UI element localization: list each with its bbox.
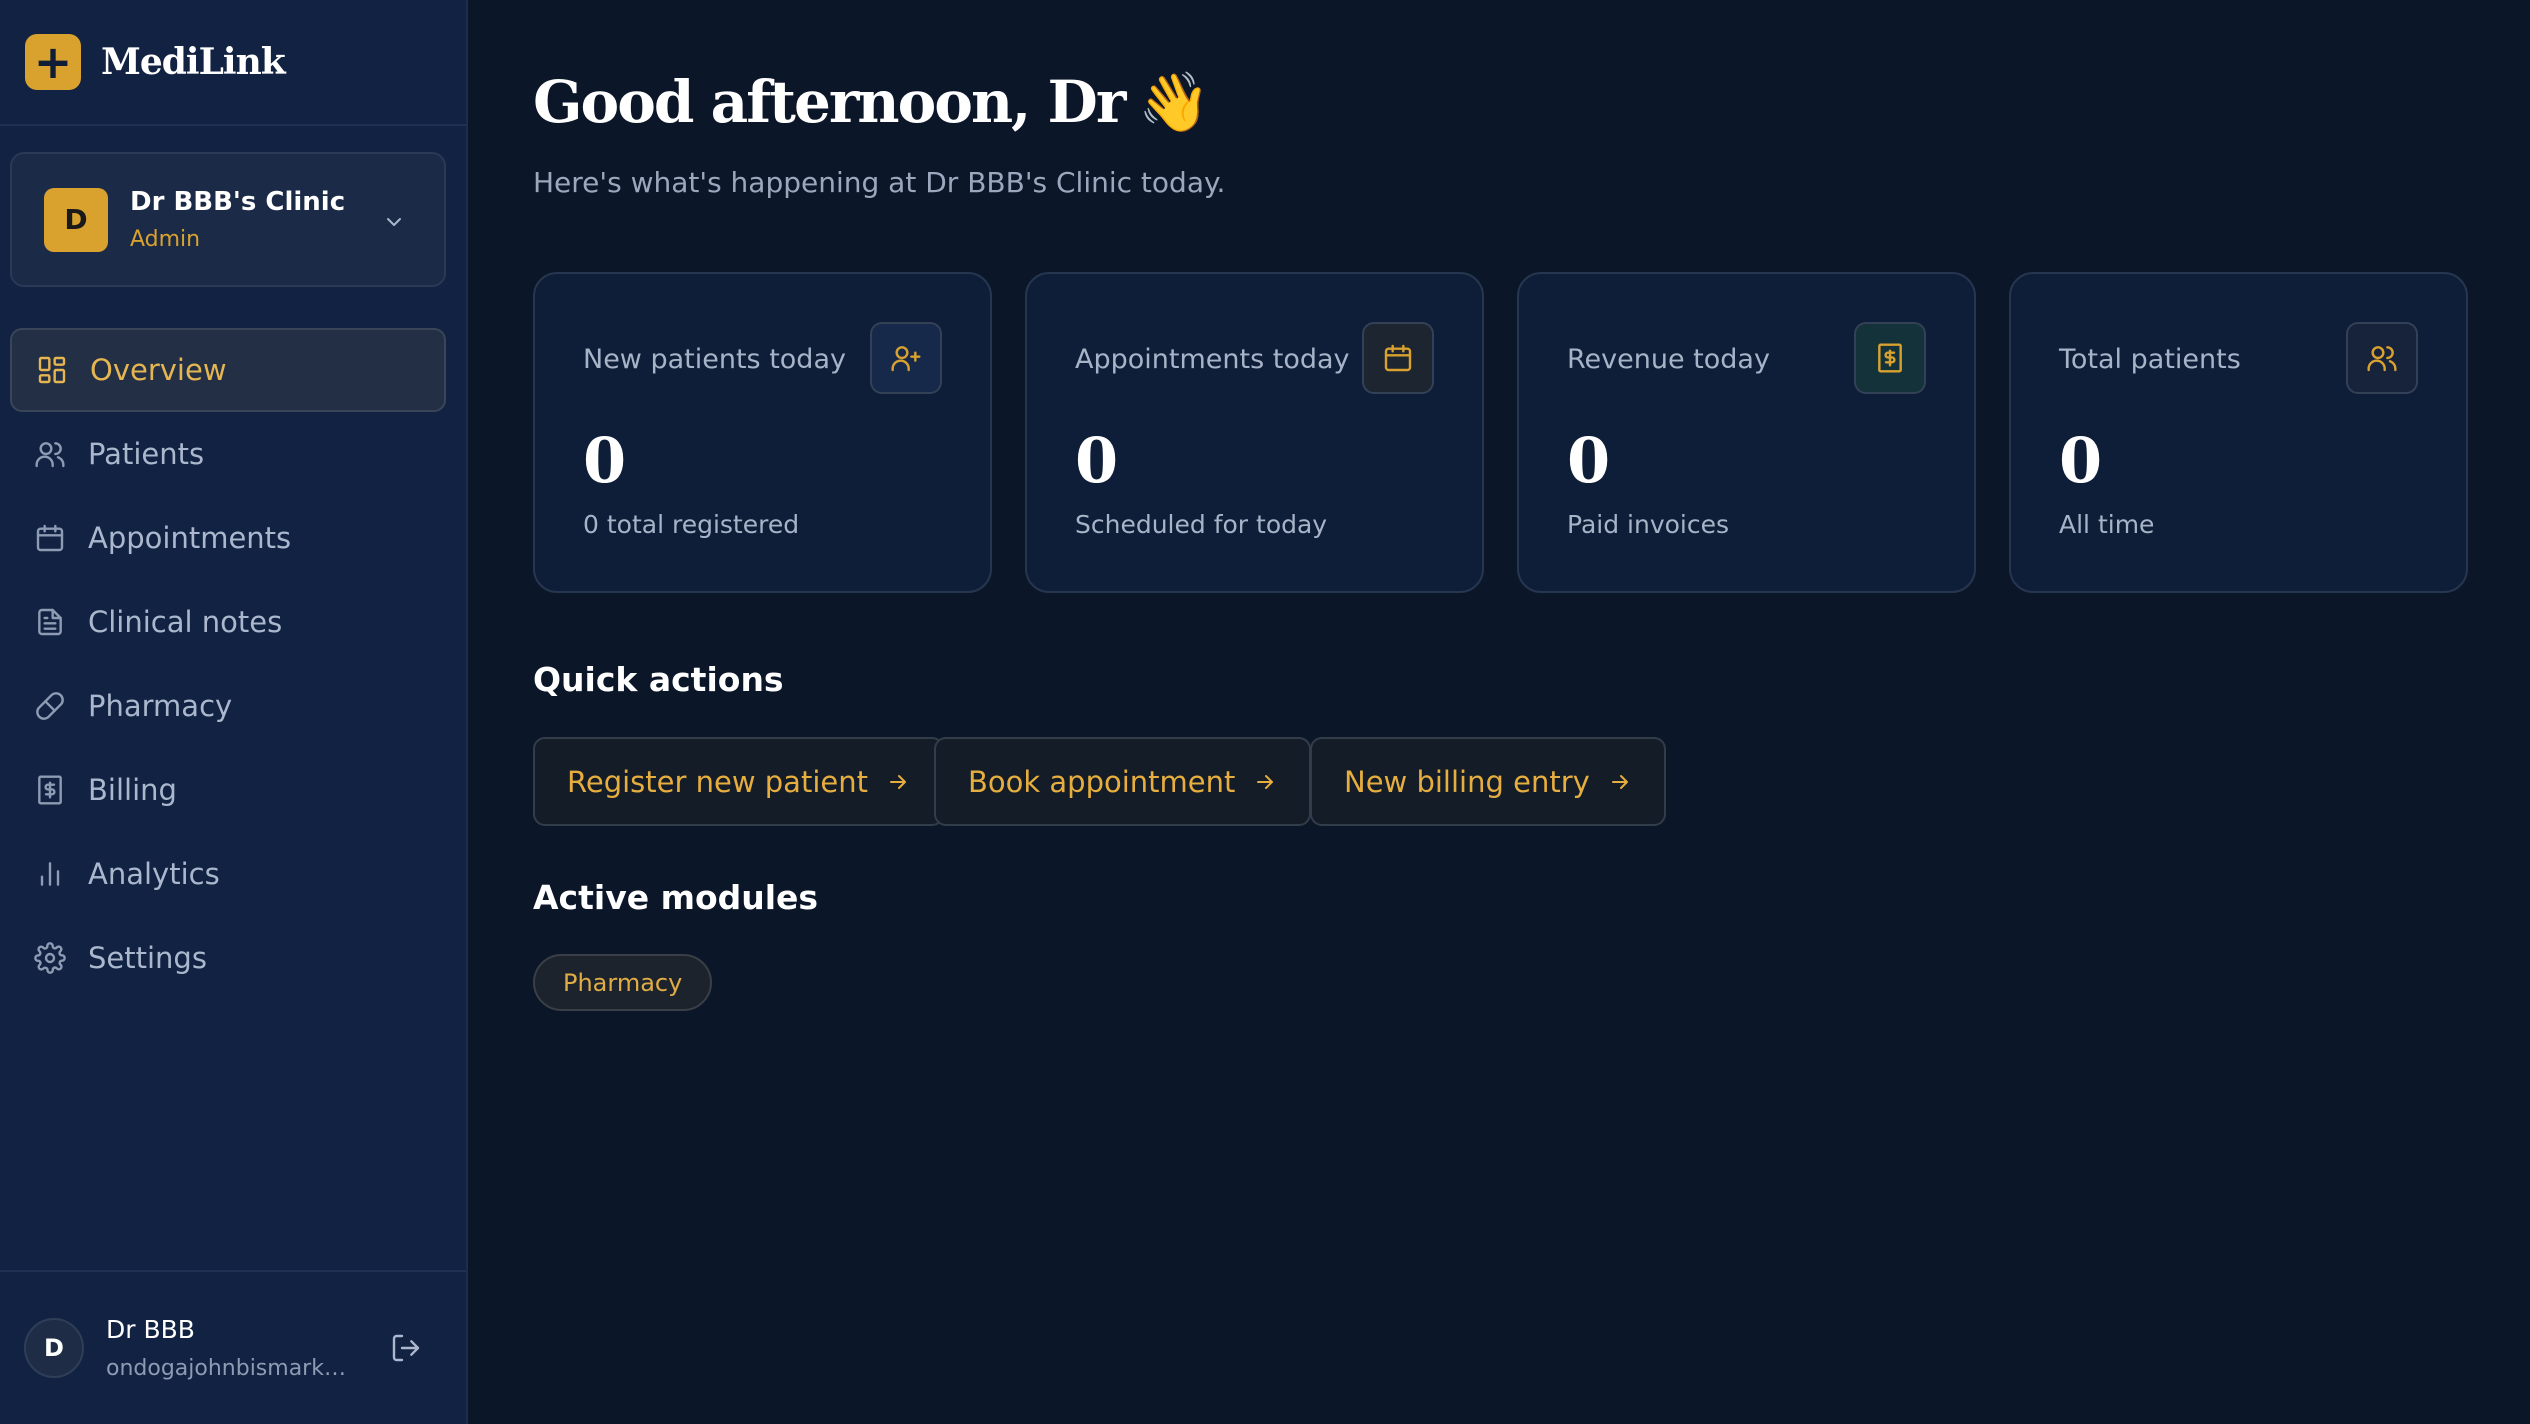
module-chip-pharmacy: Pharmacy: [533, 954, 713, 1011]
stat-label: Revenue today: [1567, 344, 1770, 375]
stat-value: 0: [583, 424, 627, 497]
document-icon: [38, 608, 62, 636]
clinic-name: Dr BBB's Clinic: [130, 187, 346, 217]
stat-card-total-patients: Total patients 0 All time: [2009, 272, 2468, 593]
sidebar-item-label: Patients: [88, 437, 205, 471]
sidebar-item-pharmacy[interactable]: Pharmacy: [10, 664, 446, 748]
gear-icon: [34, 942, 66, 974]
logout-icon[interactable]: [390, 1332, 422, 1364]
sidebar: + MediLink D Dr BBB's Clinic Admin Overv…: [0, 0, 468, 1424]
sidebar-item-label: Appointments: [88, 521, 292, 555]
avatar: D: [24, 1318, 84, 1378]
button-label: Book appointment: [968, 764, 1236, 799]
app-name: MediLink: [101, 41, 286, 83]
user-plus-icon: [870, 322, 942, 394]
sidebar-item-label: Billing: [88, 773, 177, 807]
stat-card-appointments: Appointments today 0 Scheduled for today: [1025, 272, 1484, 593]
stat-subtext: All time: [2059, 510, 2155, 539]
button-label: Register new patient: [567, 764, 868, 799]
sidebar-nav: Overview Patients Appointments Clinical …: [10, 328, 446, 1000]
user-name: Dr BBB: [106, 1315, 195, 1344]
users-icon: [2346, 322, 2418, 394]
arrow-right-icon: [1257, 774, 1274, 789]
clinic-switcher[interactable]: D Dr BBB's Clinic Admin: [10, 152, 446, 287]
stat-label: Appointments today: [1075, 344, 1350, 375]
sidebar-item-analytics[interactable]: Analytics: [10, 832, 446, 916]
receipt-icon: [1854, 322, 1926, 394]
chevron-down-icon: [387, 218, 401, 226]
button-label: New billing entry: [1344, 764, 1590, 799]
pill-icon: [36, 692, 64, 720]
clinic-role: Admin: [130, 227, 201, 252]
new-billing-entry-button[interactable]: New billing entry: [1310, 737, 1666, 826]
book-appointment-button[interactable]: Book appointment: [934, 737, 1312, 826]
stat-card-new-patients: New patients today 0 0 total registered: [533, 272, 992, 593]
stat-card-revenue: Revenue today 0 Paid invoices: [1517, 272, 1976, 593]
sidebar-item-patients[interactable]: Patients: [10, 412, 446, 496]
users-icon: [35, 442, 65, 468]
sidebar-item-billing[interactable]: Billing: [10, 748, 446, 832]
grid-icon: [38, 356, 66, 384]
stat-subtext: Paid invoices: [1567, 510, 1730, 539]
sidebar-item-appointments[interactable]: Appointments: [10, 496, 446, 580]
register-new-patient-button[interactable]: Register new patient: [533, 737, 944, 826]
plus-icon: +: [25, 34, 81, 90]
sidebar-item-label: Analytics: [88, 857, 220, 891]
stat-label: Total patients: [2059, 344, 2241, 375]
arrow-right-icon: [1611, 774, 1628, 789]
calendar-icon: [1362, 322, 1434, 394]
clinic-avatar: D: [44, 187, 108, 252]
wave-emoji-icon: 👋: [1138, 68, 1211, 136]
sidebar-item-label: Clinical notes: [88, 605, 283, 639]
calendar-icon: [36, 524, 64, 552]
stat-subtext: Scheduled for today: [1075, 510, 1328, 539]
sidebar-item-label: Settings: [88, 941, 207, 975]
user-profile: D Dr BBB ondogajohnbismark84...: [0, 1270, 466, 1424]
sidebar-item-label: Pharmacy: [88, 689, 233, 723]
sidebar-item-overview[interactable]: Overview: [10, 328, 446, 412]
stat-subtext: 0 total registered: [583, 510, 800, 539]
user-email: ondogajohnbismark84...: [106, 1356, 351, 1381]
receipt-icon: [38, 775, 62, 805]
sidebar-item-label: Overview: [90, 353, 227, 387]
arrow-right-icon: [889, 774, 906, 789]
sidebar-item-settings[interactable]: Settings: [10, 916, 446, 1000]
quick-actions-title: Quick actions: [533, 660, 784, 699]
bar-chart-icon: [40, 862, 60, 886]
brand: + MediLink: [0, 0, 466, 126]
page-title: Good afternoon, Dr 👋: [533, 68, 1211, 136]
active-modules-title: Active modules: [533, 878, 819, 917]
stat-value: 0: [1075, 424, 1119, 497]
page-subtitle: Here's what's happening at Dr BBB's Clin…: [533, 166, 1226, 199]
sidebar-item-clinical-notes[interactable]: Clinical notes: [10, 580, 446, 664]
stat-label: New patients today: [583, 344, 846, 375]
stat-value: 0: [1567, 424, 1611, 497]
stat-value: 0: [2059, 424, 2103, 497]
